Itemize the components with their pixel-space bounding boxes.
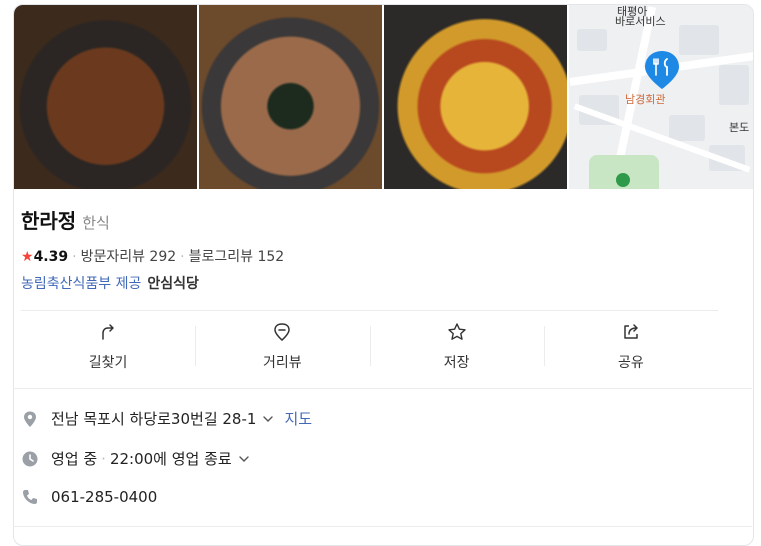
place-category: 한식 <box>82 214 110 232</box>
visitor-reviews-link[interactable]: 방문자리뷰 292 <box>81 249 177 265</box>
star-icon <box>447 323 466 340</box>
directions-button[interactable]: 길찾기 <box>21 316 195 378</box>
blog-reviews-count: 152 <box>257 249 285 265</box>
blog-reviews-link[interactable]: 블로그리뷰 152 <box>189 249 285 265</box>
section-divider <box>13 388 752 389</box>
address-text: 전남 목포시 하당로30번길 28-1 <box>51 410 257 428</box>
bottom-divider <box>13 526 752 527</box>
location-pin-icon <box>24 411 36 427</box>
rating-value: 4.39 <box>33 249 69 265</box>
blog-reviews-label: 블로그리뷰 <box>188 249 254 265</box>
photo-strip: 태평아 바로서비스 남경회관 본도 <box>14 5 753 189</box>
rating-row: ★4.39 · 방문자리뷰 292 · 블로그리뷰 152 <box>21 249 285 265</box>
street-view-label: 거리뷰 <box>263 355 302 371</box>
source-link[interactable]: 농림축산식품부 제공 <box>21 276 141 292</box>
address-row: 전남 목포시 하당로30번길 28-1 지도 <box>21 408 312 429</box>
food-photo-3[interactable] <box>384 5 567 189</box>
visitor-reviews-count: 292 <box>149 249 177 265</box>
star-icon: ★ <box>21 249 34 265</box>
phone-number[interactable]: 061-285-0400 <box>51 488 157 506</box>
chevron-down-icon[interactable] <box>262 413 274 425</box>
clock-icon <box>22 451 38 466</box>
street-view-button[interactable]: 거리뷰 <box>195 316 369 378</box>
food-photo-1[interactable] <box>14 5 197 189</box>
place-name[interactable]: 한라정 <box>21 209 76 233</box>
hours-row: 영업 중 · 22:00에 영업 종료 <box>21 448 250 469</box>
map-label-bondo: 본도 <box>729 121 750 134</box>
share-icon <box>624 324 638 339</box>
park-icon <box>616 173 630 187</box>
place-title: 한라정 한식 <box>21 205 110 234</box>
directions-label: 길찾기 <box>88 355 128 371</box>
open-status: 영업 중 <box>51 450 98 468</box>
safe-restaurant-badge: 안심식당 <box>147 276 199 292</box>
share-label: 공유 <box>617 355 644 371</box>
street-view-icon <box>274 323 291 341</box>
divider <box>21 310 718 311</box>
share-button[interactable]: 공유 <box>543 316 718 378</box>
food-photo-2[interactable] <box>199 5 382 189</box>
restaurant-pin-icon[interactable] <box>642 49 682 89</box>
phone-row: 061-285-0400 <box>21 488 157 506</box>
save-button[interactable]: 저장 <box>369 316 544 378</box>
closing-time: 22:00에 영업 종료 <box>109 450 232 468</box>
source-row: 농림축산식품부 제공 안심식당 <box>21 273 199 293</box>
directions-icon <box>102 324 114 340</box>
map-label-restaurant: 남경회관 <box>625 93 666 106</box>
chevron-down-icon[interactable] <box>238 453 250 465</box>
phone-icon <box>23 490 37 504</box>
map-thumbnail[interactable]: 태평아 바로서비스 남경회관 본도 <box>569 5 753 189</box>
map-label-store: 바로서비스 <box>615 15 666 28</box>
map-link[interactable]: 지도 <box>284 408 312 429</box>
visitor-reviews-label: 방문자리뷰 <box>80 249 145 265</box>
save-label: 저장 <box>443 355 470 371</box>
action-bar: 길찾기 거리뷰 저장 공유 <box>21 316 718 378</box>
